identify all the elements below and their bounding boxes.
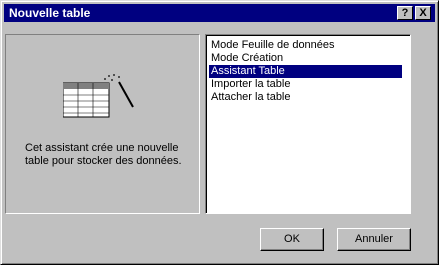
preview-panel: Cet assistant crée une nouvelle table po… <box>5 34 200 214</box>
title-bar: Nouvelle table ? X <box>4 4 435 22</box>
table-mode-list[interactable]: Mode Feuille de données Mode Création As… <box>205 34 411 214</box>
list-item-table-wizard[interactable]: Assistant Table <box>209 65 402 78</box>
list-item-import-table[interactable]: Importer la table <box>209 78 292 91</box>
window-title: Nouvelle table <box>9 6 91 20</box>
ok-button[interactable]: OK <box>260 228 324 251</box>
close-button[interactable]: X <box>415 6 431 20</box>
table-wizard-icon <box>63 74 134 118</box>
list-item-design[interactable]: Mode Création <box>209 52 285 65</box>
list-item-link-table[interactable]: Attacher la table <box>209 91 293 104</box>
wizard-description: Cet assistant crée une nouvelle table po… <box>25 142 182 167</box>
list-item-datasheet[interactable]: Mode Feuille de données <box>209 39 337 52</box>
help-button[interactable]: ? <box>397 6 413 20</box>
cancel-button[interactable]: Annuler <box>337 228 411 251</box>
new-table-dialog: Nouvelle table ? X Cet assistant crée un… <box>0 0 439 265</box>
